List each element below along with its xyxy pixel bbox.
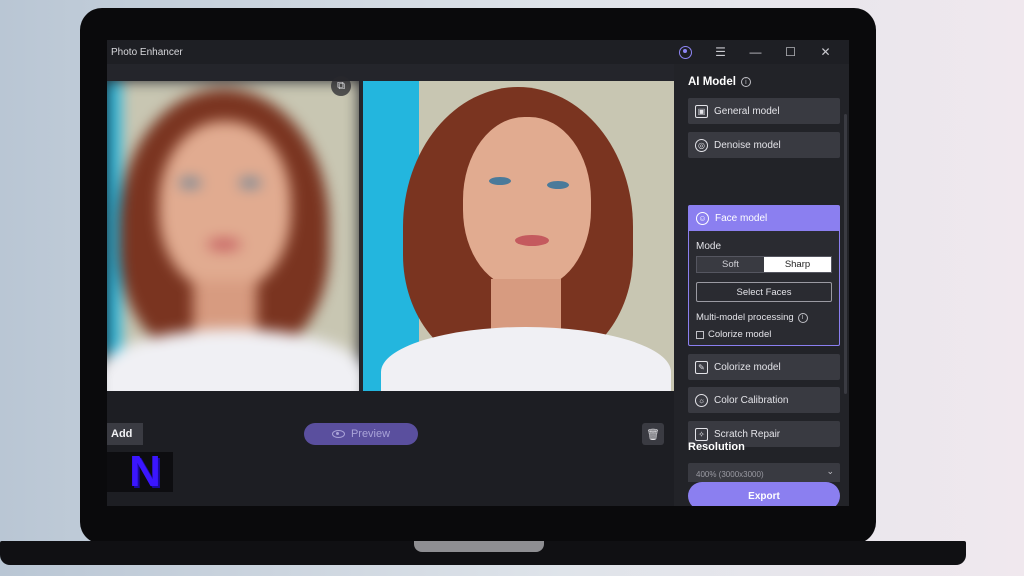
model-label: Color Calibration [714, 394, 789, 406]
account-button[interactable] [668, 40, 703, 64]
eye [489, 177, 511, 185]
denoise-icon: ◎ [695, 138, 708, 152]
laptop-notch [414, 541, 544, 552]
eye [179, 179, 201, 187]
preview-button[interactable]: Preview [304, 423, 418, 445]
image-icon: ▣ [695, 104, 708, 118]
model-label: General model [714, 105, 780, 117]
chevron-down-icon: ⌄ [826, 466, 834, 476]
mode-toggle: Soft Sharp [696, 256, 832, 273]
ai-model-label: AI Model [688, 76, 736, 88]
n-logo: N [129, 447, 161, 496]
lips [515, 235, 549, 246]
face-icon: ☺ [696, 212, 709, 225]
eye [547, 181, 569, 189]
resolution-title: Resolution [688, 441, 745, 453]
lips [207, 239, 241, 250]
mode-soft-option[interactable]: Soft [697, 257, 764, 272]
face-model-button[interactable]: ☺ Face model [689, 206, 839, 231]
account-icon [679, 45, 692, 59]
before-image [107, 81, 359, 391]
multi-model-label: Multi-model processing i [696, 312, 808, 323]
compare-divider[interactable] [359, 81, 363, 391]
model-label: Denoise model [714, 139, 781, 151]
thumbnail[interactable]: N [107, 447, 173, 496]
panel-scrollbar[interactable] [844, 114, 847, 394]
colorize-icon: ✎ [695, 360, 708, 374]
ai-model-title: AI Model i [688, 76, 751, 88]
add-button[interactable]: Add [107, 423, 143, 445]
minimize-icon[interactable]: — [738, 40, 773, 64]
colorize-model-button[interactable]: ✎ Colorize model [688, 354, 840, 380]
color-calibration-button[interactable]: ☼ Color Calibration [688, 387, 840, 413]
preview-label: Preview [350, 428, 391, 440]
info-icon[interactable]: i [797, 312, 808, 323]
maximize-icon[interactable]: ☐ [773, 40, 808, 64]
trash-icon[interactable]: 🗑 [642, 423, 664, 445]
shirt [381, 327, 671, 391]
colorize-checkbox-label: Colorize model [708, 329, 772, 340]
model-label: Colorize model [714, 361, 781, 373]
resolution-value: 400% (3000x3000) [696, 470, 764, 479]
right-panel: AI Model i ▣ General model ◎ Denoise mod… [674, 64, 849, 506]
app-window: Photo Enhancer ☰ — ☐ ✕ ⧉ Add N Preview 🗑… [107, 40, 849, 506]
after-scene [363, 81, 674, 391]
eye [239, 179, 261, 187]
app-title: Photo Enhancer [111, 46, 183, 58]
before-scene [107, 81, 359, 391]
scratch-icon: ✧ [695, 427, 708, 441]
image-compare-area[interactable] [107, 81, 674, 391]
select-faces-button[interactable]: Select Faces [696, 282, 832, 302]
mode-label: Mode [696, 241, 722, 252]
after-image [363, 81, 674, 391]
model-label: Face model [715, 213, 768, 224]
eye-icon [331, 430, 345, 438]
menu-icon[interactable]: ☰ [703, 40, 738, 64]
denoise-model-button[interactable]: ◎ Denoise model [688, 132, 840, 158]
close-icon[interactable]: ✕ [808, 40, 843, 64]
title-bar: Photo Enhancer ☰ — ☐ ✕ [107, 40, 849, 64]
general-model-button[interactable]: ▣ General model [688, 98, 840, 124]
window-controls: ☰ — ☐ ✕ [668, 40, 843, 64]
info-icon[interactable]: i [740, 77, 751, 87]
model-label: Scratch Repair [714, 428, 781, 440]
mode-sharp-option[interactable]: Sharp [764, 257, 831, 272]
export-button[interactable]: Export [688, 482, 840, 506]
multi-model-text: Multi-model processing [696, 312, 794, 323]
colorize-checkbox-row[interactable]: Colorize model [696, 329, 771, 340]
face-model-card: ☺ Face model Mode Soft Sharp Select Face… [688, 205, 840, 346]
resolution-select[interactable]: 400% (3000x3000) ⌄ [688, 463, 840, 482]
face [159, 121, 291, 291]
shirt [107, 329, 359, 391]
checkbox[interactable] [696, 330, 704, 339]
bottom-toolbar [107, 391, 674, 506]
sun-icon: ☼ [695, 393, 708, 407]
crop-icon[interactable]: ⧉ [331, 76, 351, 96]
face [463, 117, 591, 289]
